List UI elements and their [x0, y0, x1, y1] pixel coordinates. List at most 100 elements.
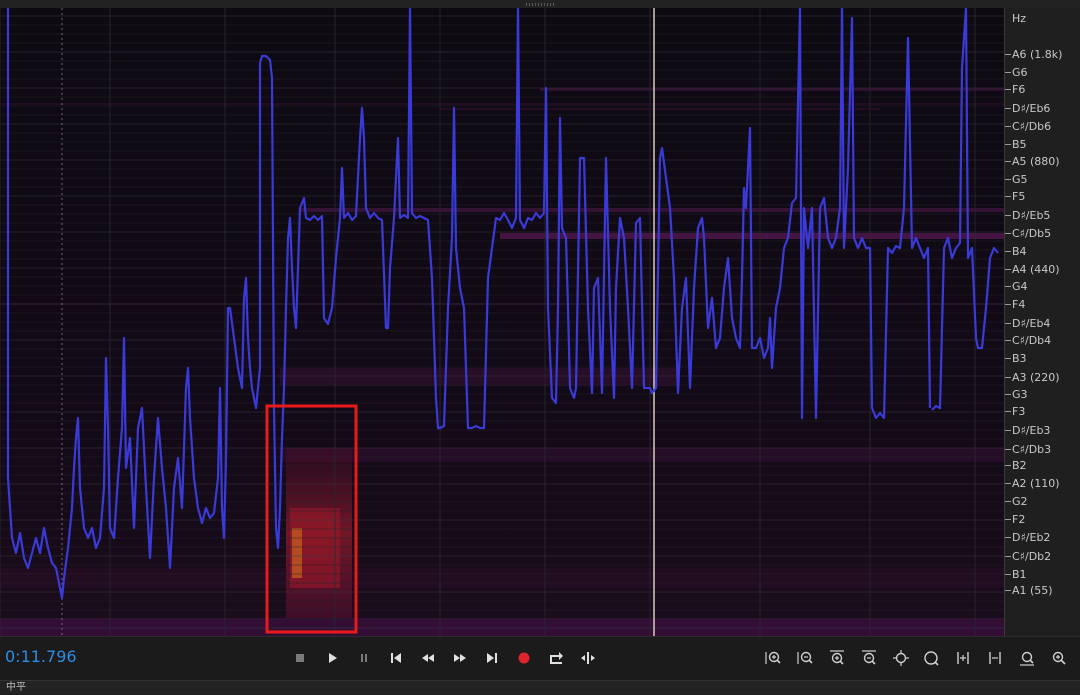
tick-mark — [1005, 215, 1011, 216]
tick-mark — [1005, 323, 1011, 324]
tick-mark — [1005, 179, 1011, 180]
axis-note-label: D♯/Eb5 — [1012, 209, 1051, 222]
play-icon — [329, 653, 337, 663]
axis-note-label: B3 — [1012, 352, 1027, 365]
axis-unit-label: Hz — [1012, 12, 1027, 25]
tick-mark — [1005, 72, 1011, 73]
zoom-selection-button[interactable] — [1016, 647, 1038, 669]
tick-mark — [1005, 377, 1011, 378]
tick-mark — [1005, 340, 1011, 341]
go-to-start-icon — [391, 653, 401, 663]
zoom-fit-button[interactable] — [1048, 647, 1070, 669]
tick-mark — [1005, 449, 1011, 450]
tick-mark — [1005, 483, 1011, 484]
tick-mark — [1005, 54, 1011, 55]
zoom-in-time-button[interactable] — [826, 647, 848, 669]
stop-icon — [296, 654, 304, 662]
frequency-axis: Hz A6 (1.8k) G6 F6 D♯/Eb6 C♯/Db6 B5 A5 (880) G5… — [1004, 8, 1080, 636]
zoom-full-icon — [924, 651, 939, 666]
axis-note-label: D♯/Eb4 — [1012, 317, 1051, 330]
axis-note-label: C♯/Db3 — [1012, 443, 1052, 456]
axis-note-label: B2 — [1012, 459, 1027, 472]
zoom-in-point-button[interactable] — [890, 647, 912, 669]
energy-burst — [286, 448, 352, 618]
axis-note-label: B5 — [1012, 138, 1027, 151]
play-button[interactable] — [321, 647, 343, 669]
tick-mark — [1005, 465, 1011, 466]
axis-note-label: C♯/Db5 — [1012, 227, 1052, 240]
skip-selection-icon — [581, 652, 595, 664]
axis-note-label: F2 — [1012, 513, 1026, 526]
transport-bar: 0:11.796 — [0, 636, 1080, 680]
axis-note-label: F5 — [1012, 190, 1026, 203]
fast-forward-icon — [454, 654, 466, 662]
axis-note-label: A6 (1.8k) — [1012, 48, 1063, 61]
loop-button[interactable] — [545, 647, 567, 669]
tick-mark — [1005, 537, 1011, 538]
tick-mark — [1005, 196, 1011, 197]
zoom-out-time-icon — [862, 650, 876, 665]
zoom-fit-icon — [1052, 651, 1066, 665]
axis-note-label: A4 (440) — [1012, 263, 1060, 276]
spectral-pitch-display[interactable] — [0, 8, 1004, 636]
axis-note-label: D♯/Eb6 — [1012, 102, 1051, 115]
grip-icon[interactable] — [526, 3, 554, 6]
go-to-start-button[interactable] — [385, 647, 407, 669]
tick-mark — [1005, 89, 1011, 90]
tick-mark — [1005, 574, 1011, 575]
axis-note-label: G2 — [1012, 495, 1028, 508]
status-label: 中平 — [6, 682, 26, 693]
rewind-button[interactable] — [417, 647, 439, 669]
zoom-in-time-icon — [830, 650, 844, 665]
zoom-in-amplitude-button[interactable] — [762, 647, 784, 669]
axis-note-label: C♯/Db4 — [1012, 334, 1052, 347]
zoom-in-point-icon — [893, 650, 909, 666]
tick-mark — [1005, 269, 1011, 270]
record-icon — [518, 652, 530, 664]
time-readout: 0:11.796 — [5, 647, 77, 666]
zoom-out-amplitude-button[interactable] — [794, 647, 816, 669]
axis-note-label: D♯/Eb2 — [1012, 531, 1051, 544]
tick-mark — [1005, 358, 1011, 359]
loop-icon — [550, 652, 563, 664]
tick-mark — [1005, 144, 1011, 145]
axis-note-label: A2 (110) — [1012, 477, 1060, 490]
zoom-in-frequency-button[interactable] — [952, 647, 974, 669]
axis-note-label: G6 — [1012, 66, 1028, 79]
tick-mark — [1005, 519, 1011, 520]
axis-note-label: G5 — [1012, 173, 1028, 186]
status-bar: 中平 — [0, 680, 1080, 694]
tick-mark — [1005, 501, 1011, 502]
zoom-out-frequency-button[interactable] — [984, 647, 1006, 669]
axis-note-label: G3 — [1012, 388, 1028, 401]
record-button[interactable] — [513, 647, 535, 669]
tick-mark — [1005, 233, 1011, 234]
axis-note-label: F4 — [1012, 298, 1026, 311]
tick-mark — [1005, 108, 1011, 109]
go-to-end-icon — [487, 653, 497, 663]
rewind-icon — [422, 654, 434, 662]
tick-mark — [1005, 590, 1011, 591]
tick-mark — [1005, 304, 1011, 305]
panel-resize-handle[interactable] — [0, 0, 1080, 8]
go-to-end-button[interactable] — [481, 647, 503, 669]
tick-mark — [1005, 126, 1011, 127]
axis-note-label: F3 — [1012, 405, 1026, 418]
axis-note-label: F6 — [1012, 83, 1026, 96]
zoom-selection-icon — [1020, 651, 1034, 666]
axis-note-label: G4 — [1012, 280, 1028, 293]
tick-mark — [1005, 394, 1011, 395]
zoom-full-button[interactable] — [920, 647, 942, 669]
pause-button[interactable] — [353, 647, 375, 669]
fast-forward-button[interactable] — [449, 647, 471, 669]
tick-mark — [1005, 251, 1011, 252]
spectrogram-view[interactable] — [0, 8, 1004, 636]
axis-note-label: B1 — [1012, 568, 1027, 581]
tick-mark — [1005, 286, 1011, 287]
axis-note-label: B4 — [1012, 245, 1027, 258]
zoom-in-amplitude-icon — [765, 651, 781, 664]
axis-note-label: D♯/Eb3 — [1012, 424, 1051, 437]
skip-selection-button[interactable] — [577, 647, 599, 669]
stop-button[interactable] — [289, 647, 311, 669]
zoom-out-time-button[interactable] — [858, 647, 880, 669]
